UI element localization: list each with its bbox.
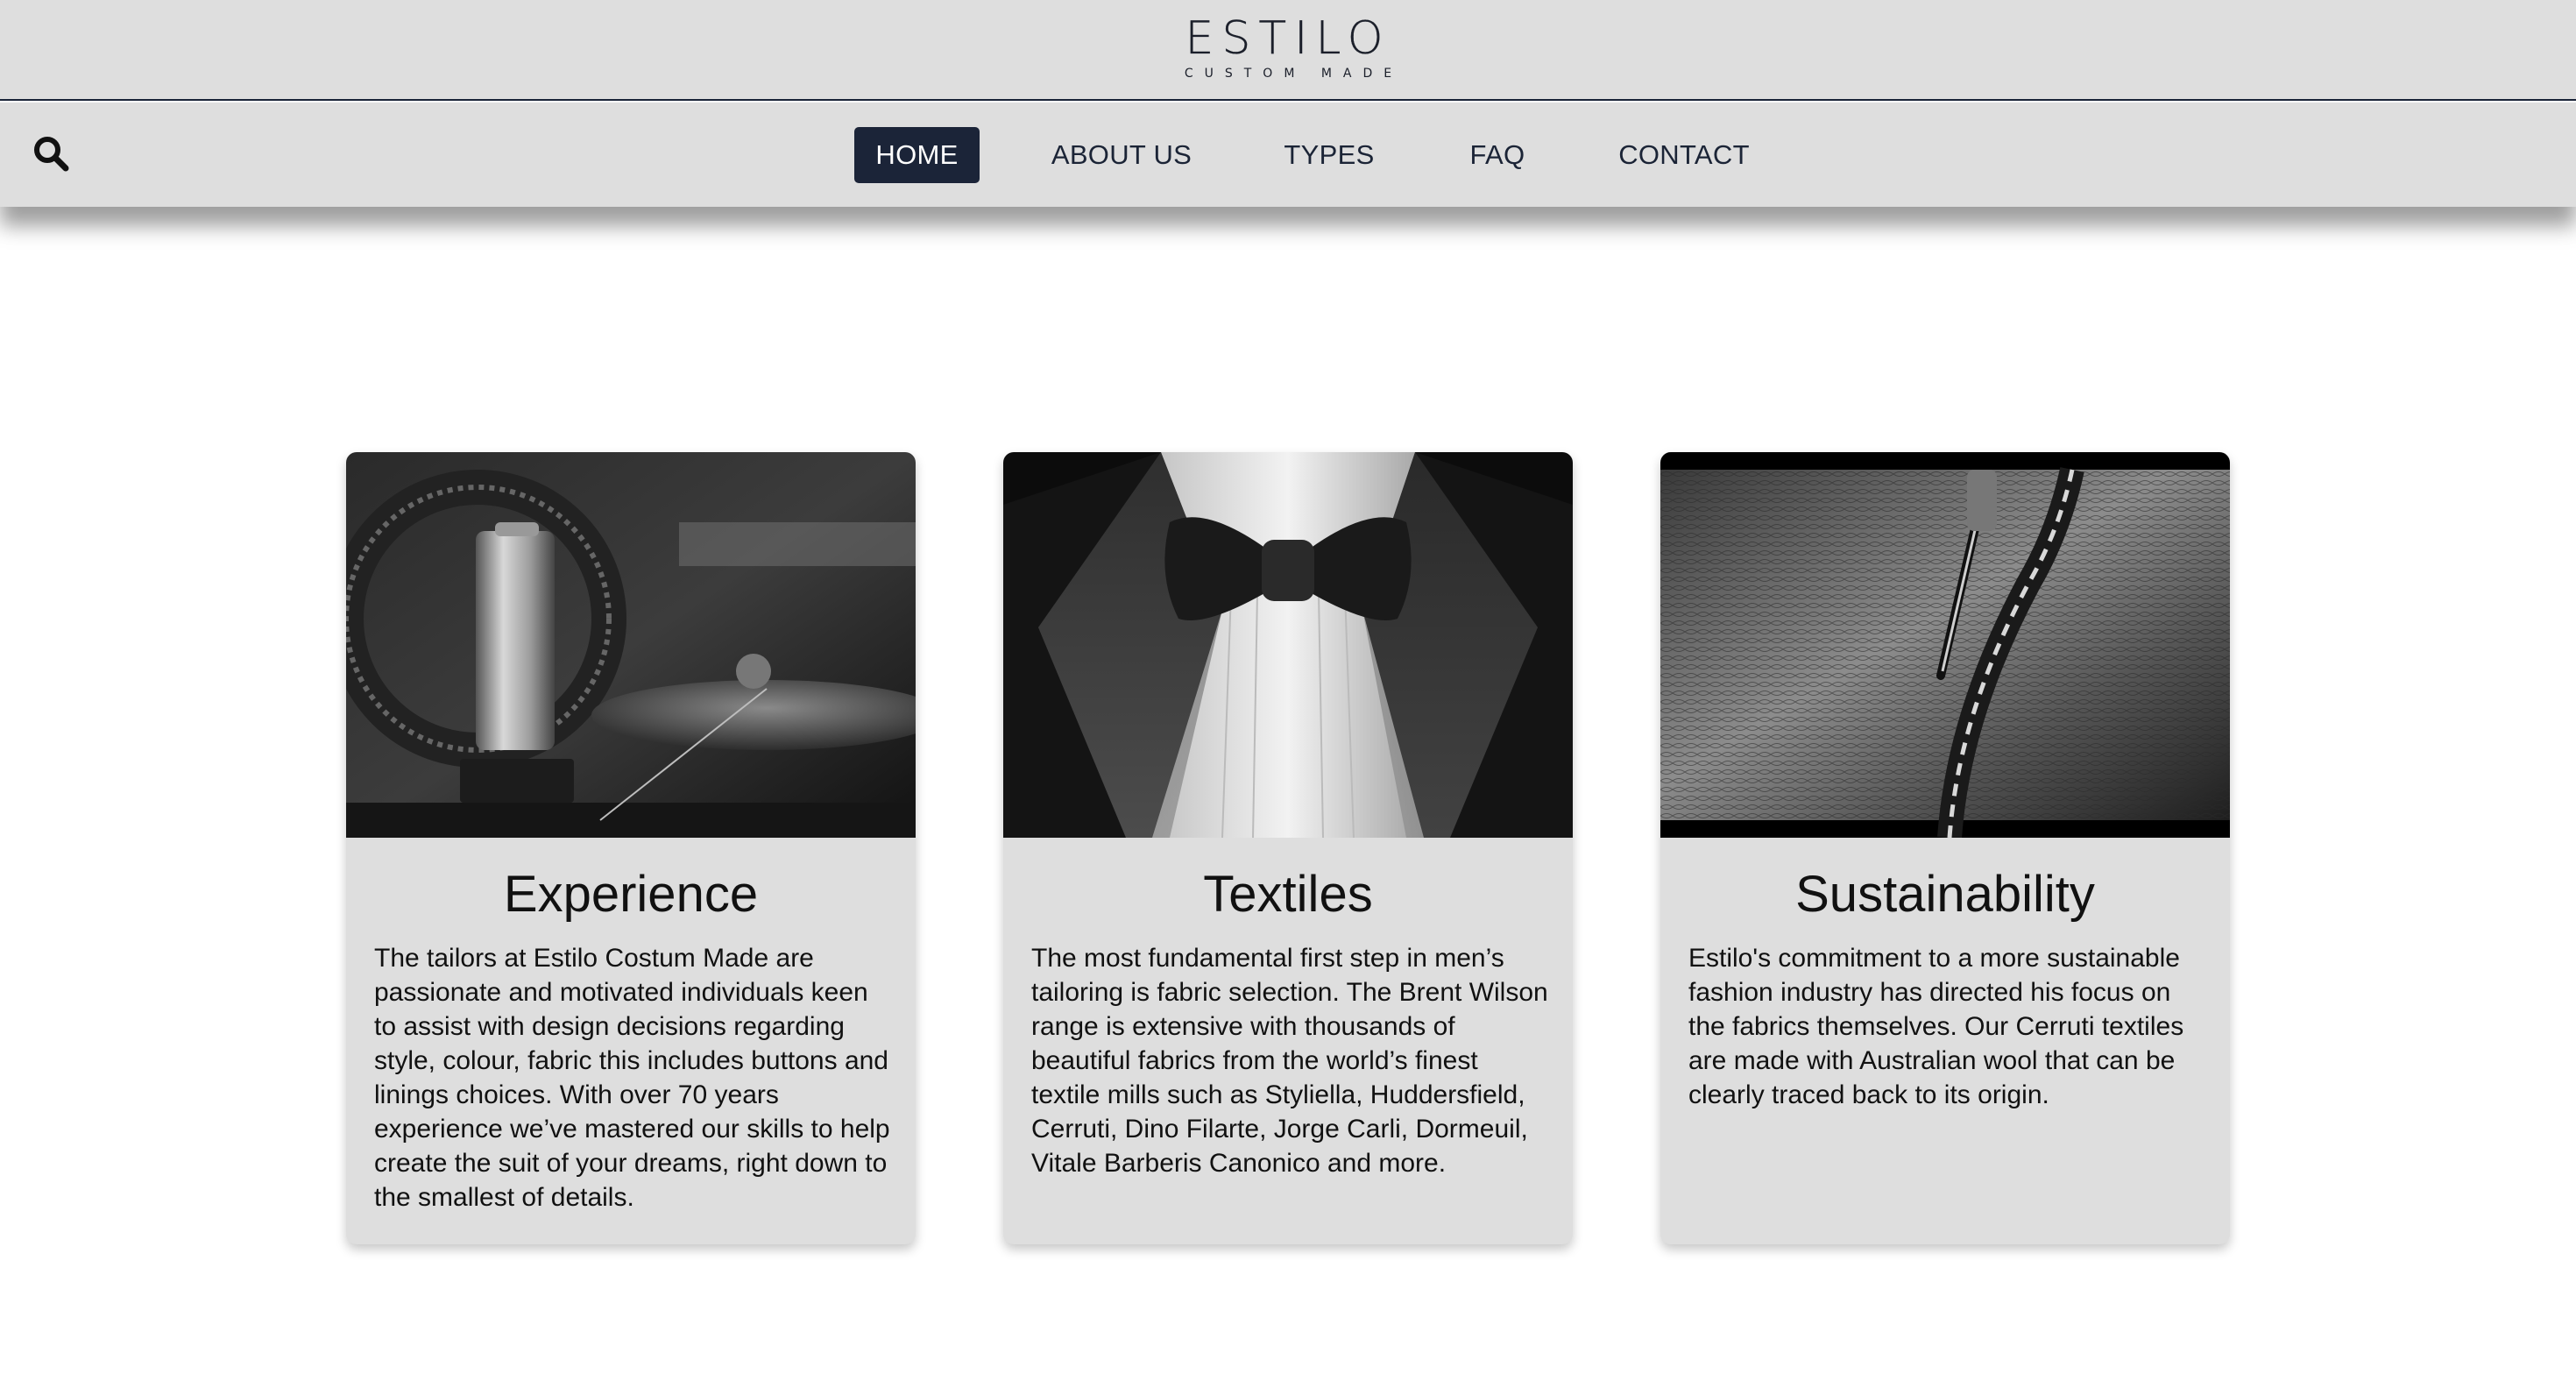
nav-item-faq[interactable]: FAQ: [1458, 127, 1537, 183]
page: ESTILO CUSTOM MADE HOME ABOUT US TYPES F…: [0, 0, 2576, 1388]
header: ESTILO CUSTOM MADE: [0, 0, 2576, 101]
nav-item-about-us[interactable]: ABOUT US: [1034, 127, 1209, 183]
nav-menu: HOME ABOUT US TYPES FAQ CONTACT: [0, 127, 2576, 183]
card-image-sewing-machine: [346, 452, 916, 838]
card-text: The most fundamental first step in men’s…: [1031, 944, 1548, 1178]
card-text: The tailors at Estilo Costum Made are pa…: [374, 944, 890, 1212]
card-text: Estilo's commitment to a more sustainabl…: [1688, 944, 2184, 1109]
nav-item-home[interactable]: HOME: [854, 127, 980, 183]
site-logo[interactable]: ESTILO CUSTOM MADE: [0, 14, 2576, 82]
card-sustainability: Sustainability Estilo's commitment to a …: [1660, 452, 2230, 1244]
card-experience: Experience The tailors at Estilo Costum …: [346, 452, 916, 1244]
card-title: Experience: [503, 866, 759, 923]
card-image-needle-leather: [1660, 452, 2230, 838]
nav-item-types[interactable]: TYPES: [1272, 127, 1386, 183]
main-nav: HOME ABOUT US TYPES FAQ CONTACT: [0, 103, 2576, 207]
card-title: Sustainability: [1795, 866, 2095, 923]
nav-item-contact[interactable]: CONTACT: [1610, 127, 1758, 183]
card-title: Textiles: [1203, 866, 1373, 923]
card-textiles: Textiles The most fundamental first step…: [1003, 452, 1573, 1244]
logo-tagline: CUSTOM MADE: [1184, 67, 1404, 81]
card-image-tuxedo: [1003, 452, 1573, 838]
logo-wordmark: ESTILO: [1185, 12, 1391, 65]
